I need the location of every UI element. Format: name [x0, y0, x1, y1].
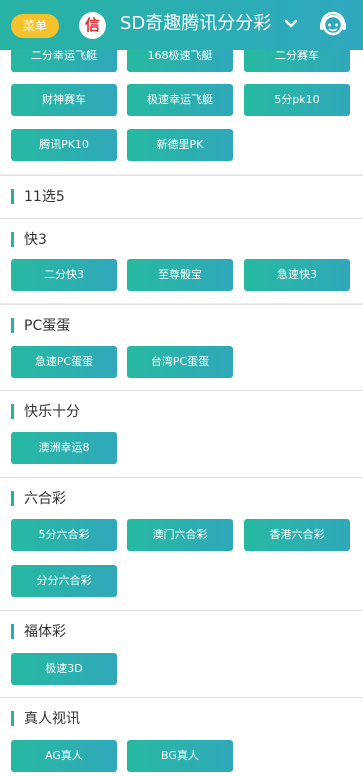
- menu-button[interactable]: 菜单: [11, 14, 59, 38]
- pk10-panel: 二分幸运飞艇 168极速飞艇 二分赛车 财神赛车 极速幸运飞艇 5分pk10 腾…: [0, 40, 363, 174]
- chevron-down-icon[interactable]: [283, 16, 299, 32]
- section-marker: [11, 318, 14, 333]
- game-button[interactable]: 5分六合彩: [11, 519, 117, 551]
- section-klsf: 快乐十分: [0, 391, 363, 433]
- section-lhc: 六合彩: [0, 478, 363, 520]
- game-button[interactable]: 急速快3: [244, 259, 350, 291]
- section-k3: 快3: [0, 219, 363, 261]
- game-button[interactable]: 澳洲幸运8: [11, 432, 117, 464]
- game-button[interactable]: BG真人: [127, 740, 233, 772]
- game-button[interactable]: 分分六合彩: [11, 565, 117, 597]
- game-button[interactable]: 二分快3: [11, 259, 117, 291]
- section-title: 六合彩: [24, 491, 66, 507]
- section-title: 真人视讯: [24, 711, 80, 727]
- section-title: 11选5: [24, 189, 65, 205]
- game-button[interactable]: 腾讯PK10: [11, 129, 117, 161]
- section-marker: [11, 404, 14, 419]
- section-fc: 福体彩: [0, 611, 363, 653]
- live-panel: AG真人 BG真人: [0, 740, 363, 776]
- xin-icon[interactable]: 信: [79, 12, 106, 39]
- k3-panel: 二分快3 至尊骰宝 急速快3: [0, 259, 363, 303]
- klsf-panel: 澳洲幸运8: [0, 432, 363, 477]
- section-title: 快3: [24, 232, 47, 248]
- section-title: 福体彩: [24, 624, 66, 640]
- section-title: 快乐十分: [24, 404, 80, 420]
- section-marker: [11, 189, 14, 204]
- section-marker: [11, 491, 14, 506]
- page-title[interactable]: SD奇趣腾讯分分彩: [120, 11, 271, 37]
- game-button[interactable]: 至尊骰宝: [127, 259, 233, 291]
- pcdd-panel: 急速PC蛋蛋 台湾PC蛋蛋: [0, 346, 363, 390]
- section-marker: [11, 624, 14, 639]
- customer-service-icon[interactable]: [318, 10, 348, 40]
- fc-panel: 极速3D: [0, 653, 363, 697]
- top-header: 菜单 信 SD奇趣腾讯分分彩: [0, 0, 363, 50]
- section-live: 真人视讯: [0, 698, 363, 740]
- game-button[interactable]: 5分pk10: [244, 84, 350, 116]
- game-button[interactable]: 急速PC蛋蛋: [11, 346, 117, 378]
- game-button[interactable]: 新德里PK: [127, 129, 233, 161]
- lhc-panel: 5分六合彩 澳门六合彩 香港六合彩 分分六合彩: [0, 519, 363, 610]
- game-button[interactable]: 澳门六合彩: [127, 519, 233, 551]
- section-marker: [11, 232, 14, 247]
- section-pcdd: PC蛋蛋: [0, 305, 363, 347]
- game-button[interactable]: 台湾PC蛋蛋: [127, 346, 233, 378]
- game-button[interactable]: 香港六合彩: [244, 519, 350, 551]
- section-marker: [11, 711, 14, 726]
- section-title: PC蛋蛋: [24, 318, 71, 334]
- game-button[interactable]: 财神赛车: [11, 84, 117, 116]
- game-button[interactable]: 极速幸运飞艇: [127, 84, 233, 116]
- section-11x5: 11选5: [0, 176, 363, 218]
- game-button[interactable]: 极速3D: [11, 653, 117, 685]
- game-button[interactable]: AG真人: [11, 740, 117, 772]
